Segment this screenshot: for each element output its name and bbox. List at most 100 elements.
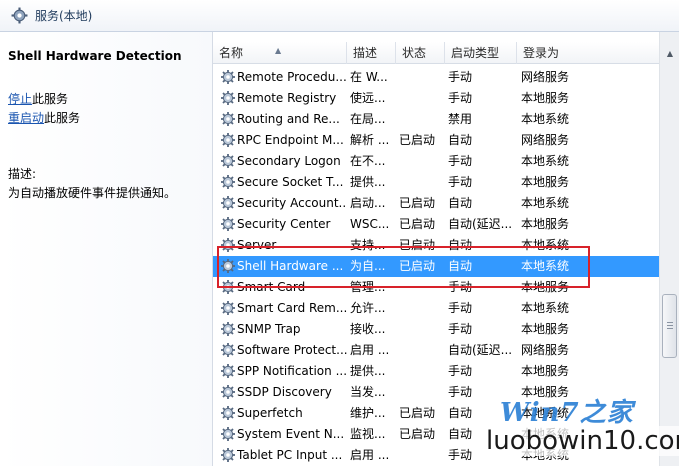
service-gear-icon (220, 279, 236, 295)
service-startup-type: 手动 (448, 175, 473, 189)
vertical-scrollbar[interactable]: ▲ (659, 32, 679, 466)
service-name: Security Center (237, 217, 331, 231)
stop-service-action: 停止此服务 (8, 90, 68, 107)
service-description: 使远... (350, 91, 386, 105)
service-description: 维护... (350, 406, 386, 420)
service-gear-icon (220, 195, 236, 211)
table-row[interactable]: System Event N... 监视... 已启动 自动 本地系统 (213, 424, 659, 445)
service-name: SPP Notification ... (237, 364, 347, 378)
service-gear-icon (220, 69, 236, 85)
service-description: 在局... (350, 112, 386, 126)
table-row[interactable]: Superfetch 维护... 已启动 自动 本地系统 (213, 403, 659, 424)
service-status (399, 361, 445, 382)
services-list: 名称 ▲ 描述 状态 启动类型 登录为 Remote Procedu... 在 W… (212, 32, 659, 466)
service-gear-icon (220, 153, 236, 169)
service-logon-as: 本地系统 (521, 154, 570, 168)
restart-service-link[interactable]: 重启动 (8, 111, 44, 125)
service-name: Routing and Re... (237, 112, 340, 126)
service-name: SSDP Discovery (237, 385, 332, 399)
service-description: 在 W... (350, 70, 388, 84)
service-status: 已启动 (399, 406, 436, 420)
service-status: 已启动 (399, 217, 436, 231)
service-logon-as: 本地系统 (521, 112, 570, 126)
service-status (399, 88, 445, 109)
service-status (399, 151, 445, 172)
service-description: 启用 ... (350, 448, 390, 462)
service-logon-as: 本地系统 (521, 301, 570, 315)
table-row[interactable]: Secure Socket T... 提供... 手动 本地服务 (213, 172, 659, 193)
scrollbar-thumb[interactable] (662, 294, 677, 358)
service-status (399, 382, 445, 403)
column-header-desc[interactable]: 描述 (347, 42, 396, 64)
service-logon-as: 网络服务 (521, 70, 570, 84)
service-gear-icon (220, 363, 236, 379)
column-header-name-label: 名称 (219, 46, 244, 60)
service-startup-type: 手动 (448, 448, 473, 462)
service-startup-type: 自动 (448, 238, 473, 252)
service-description: 在不... (350, 154, 386, 168)
table-row[interactable]: Smart Card Rem... 允许... 手动 本地系统 (213, 298, 659, 319)
scroll-up-arrow-icon[interactable]: ▲ (660, 46, 679, 62)
table-row[interactable]: RPC Endpoint M... 解析 ... 已启动 自动 网络服务 (213, 130, 659, 151)
service-status: 已启动 (399, 196, 436, 210)
service-gear-icon (220, 216, 236, 232)
service-description: 支持... (350, 238, 386, 252)
service-name: Server (237, 238, 277, 252)
table-row[interactable]: Remote Procedu... 在 W... 手动 网络服务 (213, 67, 659, 88)
service-name: Remote Procedu... (237, 70, 347, 84)
service-startup-type: 自动 (448, 196, 473, 210)
service-logon-as: 网络服务 (521, 343, 570, 357)
table-row[interactable]: Remote Registry 使远... 手动 本地服务 (213, 88, 659, 109)
table-row[interactable]: Secondary Logon 在不... 手动 本地系统 (213, 151, 659, 172)
table-row[interactable]: Security Center WSC... 已启动 自动(延迟... 本地服务 (213, 214, 659, 235)
service-name: Software Protect... (237, 343, 347, 357)
service-description: 提供... (350, 364, 386, 378)
table-row[interactable]: Security Account... 启动... 已启动 自动 本地系统 (213, 193, 659, 214)
service-startup-type: 自动(延迟... (448, 343, 513, 357)
service-gear-icon (220, 321, 236, 337)
table-row[interactable]: Tablet PC Input ... 启用 ... 手动 本地系统 (213, 445, 659, 466)
service-gear-icon (220, 342, 236, 358)
service-name: System Event N... (237, 427, 345, 441)
service-status (399, 109, 445, 130)
service-startup-type: 自动 (448, 427, 473, 441)
table-row[interactable]: Routing and Re... 在局... 禁用 本地系统 (213, 109, 659, 130)
table-row[interactable]: Smart Card 管理... 手动 本地服务 (213, 277, 659, 298)
service-gear-icon (220, 111, 236, 127)
service-description: 解析 ... (350, 133, 390, 147)
service-startup-type: 自动 (448, 406, 473, 420)
stop-service-suffix: 此服务 (32, 92, 69, 106)
service-gear-icon (220, 447, 236, 463)
description-label: 描述: (8, 167, 37, 181)
service-logon-as: 本地服务 (521, 91, 570, 105)
column-header-logon[interactable]: 登录为 (517, 42, 659, 64)
service-gear-icon (220, 90, 236, 106)
service-description: 管理... (350, 280, 386, 294)
table-row[interactable]: Server 支持... 已启动 自动 本地系统 (213, 235, 659, 256)
service-logon-as: 本地系统 (521, 448, 570, 462)
service-logon-as: 本地服务 (521, 175, 570, 189)
service-logon-as: 本地服务 (521, 280, 570, 294)
table-row[interactable]: Software Protect... 启用 ... 自动(延迟... 网络服务 (213, 340, 659, 361)
restart-service-action: 重启动此服务 (8, 109, 80, 126)
service-name: Secure Socket T... (237, 175, 344, 189)
table-row[interactable]: SSDP Discovery 当发... 手动 本地服务 (213, 382, 659, 403)
service-logon-as: 本地服务 (521, 364, 570, 378)
service-status (399, 67, 445, 88)
service-gear-icon (220, 258, 236, 274)
service-logon-as: 本地服务 (521, 385, 570, 399)
service-startup-type: 自动 (448, 259, 473, 273)
service-startup-type: 手动 (448, 91, 473, 105)
column-header-state[interactable]: 状态 (396, 42, 445, 64)
service-status (399, 277, 445, 298)
service-status (399, 445, 445, 466)
column-header-name[interactable]: 名称 ▲ (213, 42, 347, 64)
service-name: Remote Registry (237, 91, 337, 105)
table-row[interactable]: SPP Notification ... 提供... 手动 本地服务 (213, 361, 659, 382)
table-row[interactable]: Shell Hardware ... 为自... 已启动 自动 本地系统 (213, 256, 659, 277)
service-description: 允许... (350, 301, 386, 315)
table-row[interactable]: SNMP Trap 接收... 手动 本地服务 (213, 319, 659, 340)
column-header-startup[interactable]: 启动类型 (445, 42, 517, 64)
stop-service-link[interactable]: 停止 (8, 92, 32, 106)
service-status (399, 340, 445, 361)
